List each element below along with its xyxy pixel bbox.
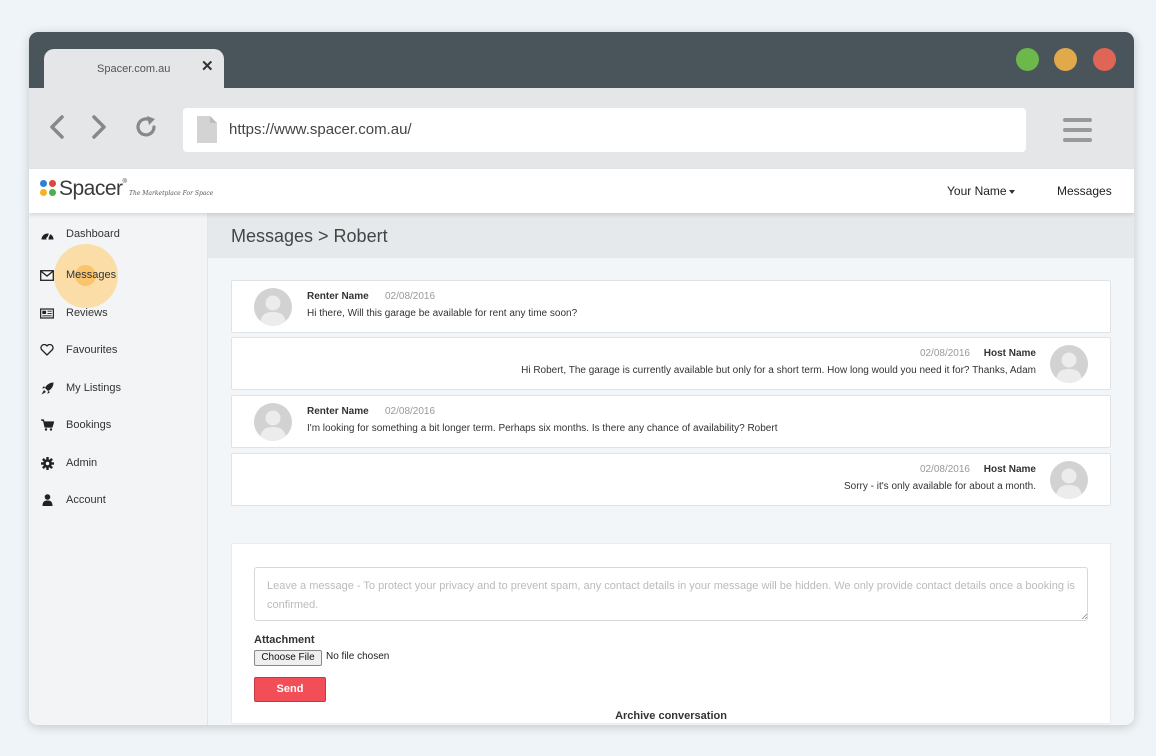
avatar [254,403,292,441]
browser-tab[interactable]: Spacer.com.au ✕ [44,49,224,88]
compose-form: Leave a message - To protect your privac… [231,543,1111,724]
dashboard-icon [40,227,54,241]
message-sender: Renter Name [307,291,369,302]
send-button[interactable]: Send [254,677,326,702]
sidebar-item-label: Favourites [66,344,118,356]
message-item: Renter Name 02/08/2016 Hi there, Will th… [231,280,1111,333]
sidebar-item-my-listings[interactable]: My Listings [40,379,121,397]
logo-registered-mark: ® [122,179,127,185]
user-icon [40,493,54,507]
sidebar-item-label: Messages [66,269,117,281]
sidebar-item-label: Bookings [66,419,112,431]
message-item: 02/08/2016 Host Name Sorry - it's only a… [231,453,1111,506]
sidebar-item-label: Admin [66,457,98,469]
heart-icon [40,343,54,357]
sidebar-item-bookings[interactable]: Bookings [40,416,111,434]
back-button[interactable] [45,114,71,140]
sidebar-item-favourites[interactable]: Favourites [40,341,117,359]
message-text: Sorry - it's only available for about a … [843,481,1036,492]
page-title: Messages > Robert [231,226,388,246]
avatar-placeholder-icon [1056,468,1082,499]
reload-button[interactable] [133,114,159,140]
message-textarea[interactable]: Leave a message - To protect your privac… [254,567,1088,621]
resize-handle-icon[interactable] [1081,613,1088,620]
spacer-logo[interactable]: Spacer ® The Marketplace For Space [40,178,213,200]
browser-toolbar: https://www.spacer.com.au/ [29,88,1134,169]
newspaper-icon [40,306,54,320]
choose-file-button[interactable]: Choose File [254,650,322,666]
browser-window: Spacer.com.au ✕ https://www.spacer.com.a… [29,32,1134,725]
message-text: I'm looking for something a bit longer t… [307,423,778,434]
avatar-placeholder-icon [260,295,286,326]
message-sender: Host Name [983,348,1036,359]
url-text: https://www.spacer.com.au/ [229,121,412,138]
address-bar[interactable]: https://www.spacer.com.au/ [183,108,1026,152]
avatar [1050,345,1088,383]
nav-messages-link[interactable]: Messages [1057,184,1112,198]
main-content: Messages > Robert Renter Name 02/08/2016… [208,213,1134,725]
message-text: Hi Robert, The garage is currently avail… [521,365,1036,376]
close-icon[interactable]: ✕ [201,59,214,74]
avatar [1050,461,1088,499]
message-date: 02/08/2016 [385,406,436,417]
gear-icon [40,456,54,470]
sidebar-item-messages[interactable]: Messages [40,266,116,284]
user-menu-label: Your Name [947,184,1007,198]
logo-wordmark: Spacer [59,177,123,200]
sidebar: Dashboard Messages Reviews Favourites My [29,213,208,725]
sidebar-item-label: Reviews [66,307,108,319]
avatar [254,288,292,326]
file-status: No file chosen [326,651,390,662]
message-date: 02/08/2016 [919,464,970,475]
maximize-button[interactable] [1016,48,1039,71]
message-date: 02/08/2016 [385,291,436,302]
rocket-icon [40,381,54,395]
sidebar-item-label: Dashboard [66,228,120,240]
message-sender: Host Name [983,464,1036,475]
chevron-left-icon [50,115,64,139]
logo-tagline: The Marketplace For Space [128,190,214,197]
sidebar-item-admin[interactable]: Admin [40,454,97,472]
reload-icon [136,116,156,137]
sidebar-item-reviews[interactable]: Reviews [40,304,108,322]
envelope-icon [40,268,54,282]
tab-title: Spacer.com.au [97,63,171,75]
page-header: Messages > Robert [208,213,1134,258]
avatar-placeholder-icon [260,410,286,441]
message-sender: Renter Name [307,406,369,417]
logo-mark [40,180,57,197]
sidebar-item-label: My Listings [66,382,122,394]
user-menu[interactable]: Your Name [947,184,1015,198]
attachment-label: Attachment [254,634,315,646]
site-navbar: Spacer ® The Marketplace For Space Your … [29,169,1134,213]
archive-conversation-link[interactable]: Archive conversation [208,710,1134,722]
message-item: 02/08/2016 Host Name Hi Robert, The gara… [231,337,1111,390]
caret-down-icon [1008,189,1015,194]
forward-button[interactable] [85,114,111,140]
message-text: Hi there, Will this garage be available … [307,308,578,319]
sidebar-item-account[interactable]: Account [40,491,106,509]
chevron-right-icon [92,115,106,139]
minimize-button[interactable] [1054,48,1077,71]
avatar-placeholder-icon [1056,352,1082,383]
message-date: 02/08/2016 [919,348,970,359]
sidebar-item-label: Account [66,494,106,506]
document-icon [197,116,217,143]
close-window-button[interactable] [1093,48,1116,71]
browser-titlebar: Spacer.com.au ✕ [29,32,1134,88]
menu-icon[interactable] [1063,118,1092,144]
cart-icon [40,418,54,432]
sidebar-item-dashboard[interactable]: Dashboard [40,225,120,243]
message-item: Renter Name 02/08/2016 I'm looking for s… [231,395,1111,448]
